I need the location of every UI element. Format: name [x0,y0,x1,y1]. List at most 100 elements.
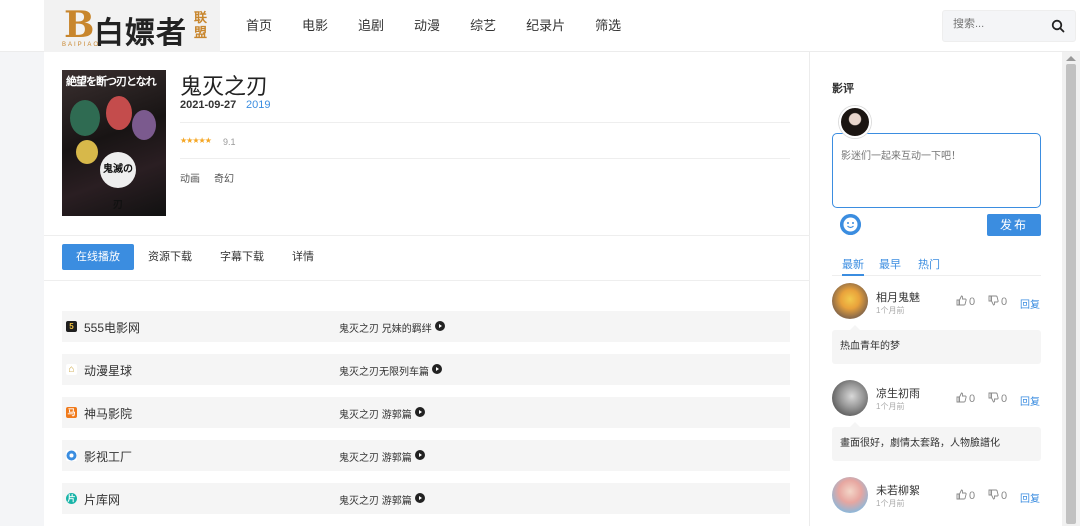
play-icon[interactable] [415,450,425,460]
search-icon[interactable] [1051,19,1065,33]
comment-time: 1个月前 [876,499,905,508]
site-logo[interactable]: B 白嫖者 联盟 BAIPIAO [44,0,220,52]
user-avatar[interactable] [839,106,871,138]
thumb-up-icon [956,392,967,403]
genre-tag[interactable]: 动画 [180,170,200,185]
reply-link[interactable]: 回复 [1020,490,1040,505]
episode-title[interactable]: 鬼灭之刃 兄妹的羁绊 [339,320,432,335]
reply-link[interactable]: 回复 [1020,296,1040,311]
house-icon: ⌂ [66,364,77,375]
play-icon[interactable] [435,321,445,331]
dislike-button[interactable]: 0 [988,489,1007,502]
publish-button[interactable]: 发布 [987,214,1041,236]
review-title: 影评 [832,83,854,95]
thumb-down-icon [988,295,999,306]
logo-letter: B [64,4,95,46]
logo-subtitle: BAIPIAO [62,42,101,48]
movie-poster[interactable]: 絶望を断つ刃となれ 鬼滅の刃 [62,70,166,216]
comment-text: 热血青年的梦 [832,325,1041,364]
thumb-up-icon [956,295,967,306]
source-row[interactable]: 影视工厂 鬼灭之刃 游郭篇 [62,440,790,471]
rating-stars: ★★★★★ [180,136,212,145]
emoji-icon[interactable] [840,214,861,235]
source-name[interactable]: 片库网 [84,491,120,508]
poster-tagline: 絶望を断つ刃となれ [66,76,157,88]
commenter-avatar[interactable] [832,380,868,416]
555-icon: 5 [66,321,77,332]
release-date: 2021-09-27 [180,99,237,111]
nav-anime[interactable]: 动漫 [414,0,440,52]
like-count: 0 [969,296,976,308]
tab-subtitles[interactable]: 字幕下载 [206,244,278,270]
like-count: 0 [969,490,976,502]
tab-details[interactable]: 详情 [278,244,328,270]
episode-title[interactable]: 鬼灭之刃 游郭篇 [339,449,412,464]
poster-figure [76,140,98,164]
episode-title[interactable]: 鬼灭之刃 游郭篇 [339,492,412,507]
dislike-count: 0 [1001,490,1008,502]
sort-tab-latest[interactable]: 最新 [842,258,864,276]
tab-online-play[interactable]: 在线播放 [62,244,134,270]
divider [180,122,790,123]
movie-detail-card: 絶望を断つ刃となれ 鬼滅の刃 鬼灭之刃 2021-09-27 2019 ★★★★… [44,52,810,526]
source-row[interactable]: 片 片库网 鬼灭之刃 游郭篇 [62,483,790,514]
release-year[interactable]: 2019 [246,99,270,111]
commenter-name[interactable]: 未若柳絮 [876,482,920,498]
poster-logo: 鬼滅の刃 [100,152,136,211]
nav-movies[interactable]: 电影 [302,0,328,52]
dislike-count: 0 [1001,393,1008,405]
logo-text: 白嫖者 [94,17,187,50]
play-icon[interactable] [415,407,425,417]
dislike-button[interactable]: 0 [988,295,1007,308]
nav-filter[interactable]: 筛选 [595,0,621,52]
source-row[interactable]: 5 555电影网 鬼灭之刃 兄妹的羁绊 [62,311,790,342]
thumb-down-icon [988,392,999,403]
commenter-name[interactable]: 凉生初雨 [876,385,920,401]
commenter-name[interactable]: 相月鬼魅 [876,289,920,305]
nav-series[interactable]: 追剧 [358,0,384,52]
source-row[interactable]: ⌂ 动漫星球 鬼灭之刃无限列车篇 [62,354,790,385]
top-header: B 白嫖者 联盟 BAIPIAO 首页 电影 追剧 动漫 综艺 纪录片 筛选 [0,0,1080,52]
play-icon[interactable] [415,493,425,503]
play-icon[interactable] [432,364,442,374]
nav-variety[interactable]: 综艺 [470,0,496,52]
genre-tag[interactable]: 奇幻 [214,170,234,185]
like-button[interactable]: 0 [956,392,975,405]
rating-score: 9.1 [223,137,236,147]
thumb-down-icon [988,489,999,500]
nav-home[interactable]: 首页 [246,0,272,52]
review-panel: 影评 发布 最新 最早 热门 相月鬼魅 1个月前 0 0 回复 热血青年的梦 凉… [810,52,1062,526]
episode-title[interactable]: 鬼灭之刃 游郭篇 [339,406,412,421]
commenter-avatar[interactable] [832,283,868,319]
sort-tab-earliest[interactable]: 最早 [879,258,901,276]
tab-download[interactable]: 资源下载 [134,244,206,270]
reply-link[interactable]: 回复 [1020,393,1040,408]
source-name[interactable]: 动漫星球 [84,362,132,379]
scroll-thumb[interactable] [1066,64,1076,524]
scroll-up-icon[interactable] [1066,56,1076,61]
comment-input[interactable] [841,147,1031,197]
comment-time: 1个月前 [876,306,905,315]
source-name[interactable]: 神马影院 [84,405,132,422]
like-button[interactable]: 0 [956,295,975,308]
episode-title[interactable]: 鬼灭之刃无限列车篇 [339,363,429,378]
poster-figure [132,110,156,140]
source-row[interactable]: 马 神马影院 鬼灭之刃 游郭篇 [62,397,790,428]
search-input[interactable] [953,18,1043,30]
comment-sort-tabs: 最新 最早 热门 [832,258,1041,276]
source-name[interactable]: 555电影网 [84,319,140,336]
divider [180,158,790,159]
factory-icon [66,450,77,461]
comment-text: 畫面很好，劇情太套路，人物臉譜化 [832,422,1041,461]
sort-tab-hot[interactable]: 热门 [918,258,940,276]
nav-documentary[interactable]: 纪录片 [526,0,565,52]
source-name[interactable]: 影视工厂 [84,448,132,465]
dislike-count: 0 [1001,296,1008,308]
page-scrollbar[interactable] [1062,52,1080,526]
search-box [942,10,1076,42]
like-button[interactable]: 0 [956,489,975,502]
dislike-button[interactable]: 0 [988,392,1007,405]
like-count: 0 [969,393,976,405]
main-nav: 首页 电影 追剧 动漫 综艺 纪录片 筛选 [246,0,651,52]
commenter-avatar[interactable] [832,477,868,513]
